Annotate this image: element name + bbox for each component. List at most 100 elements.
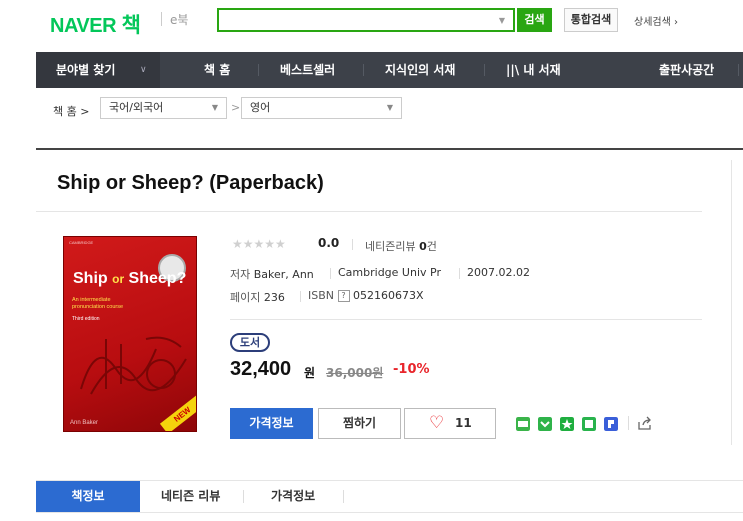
review-label: 네티즌리뷰	[365, 240, 420, 253]
nav-divider	[738, 64, 739, 76]
naver-logo-text: NAVER	[50, 15, 117, 37]
pages-label: 페이지	[230, 291, 264, 304]
cover-artwork	[80, 336, 187, 395]
nav-item-publisher-space[interactable]: 출판사공간	[659, 52, 714, 88]
bookshelf-icon: ||\	[506, 63, 524, 77]
total-search-button[interactable]: 통합검색	[564, 8, 618, 32]
nav-divider	[258, 64, 259, 76]
cover-title: Ship or Sheep?	[73, 270, 186, 288]
blog-share-icon[interactable]	[516, 417, 530, 431]
nav-item-my-library[interactable]: ||\ 내 서재	[506, 52, 561, 88]
top-header: NAVER 책 e북 ▼ 검색 통합검색 상세검색 ›	[0, 0, 743, 40]
pages-value: 236	[263, 291, 285, 304]
breadcrumb-subcategory-value: 영어	[250, 101, 271, 114]
isbn-value: 052160673X	[353, 289, 424, 302]
search-input[interactable]: ▼	[217, 8, 515, 32]
nav-item-category-finder: 분야별 찾기	[56, 63, 116, 77]
pay-share-icon[interactable]	[604, 417, 618, 431]
ebook-link[interactable]: e북	[170, 11, 188, 28]
heart-icon: ♡	[429, 413, 445, 433]
share-icon[interactable]	[637, 415, 653, 431]
cover-new-label: NEW	[160, 395, 196, 431]
talk-share-icon[interactable]	[538, 417, 552, 431]
original-price: 36,000원	[326, 366, 384, 380]
tab-price-info[interactable]: 가격정보	[271, 481, 315, 512]
nav-item-book-home[interactable]: 책 홈	[204, 52, 230, 88]
info-divider	[352, 239, 353, 250]
category-nav-bar: 분야별 찾기 ∨ 책 홈 베스트셀러 지식인의 서재 ||\ 내 서재 출판사공…	[36, 52, 743, 88]
cover-title-1: Ship	[73, 270, 113, 287]
title-divider	[36, 211, 702, 212]
wishlist-button[interactable]: 찜하기	[318, 408, 401, 439]
tab-netizen-review[interactable]: 네티즌 리뷰	[161, 481, 220, 512]
cover-title-2: Sheep?	[124, 270, 187, 287]
review-unit: 건	[426, 240, 437, 253]
star-share-icon[interactable]	[560, 417, 574, 431]
breadcrumb-category-value: 국어/외국어	[109, 101, 164, 114]
column-divider	[731, 160, 732, 445]
square-share-icon[interactable]	[582, 417, 596, 431]
cover-author: Ann Baker	[70, 420, 99, 426]
breadcrumb-category-select[interactable]: 국어/외국어 ▼	[100, 97, 227, 119]
info-divider	[459, 268, 460, 279]
isbn-row: ISBN ? 052160673X	[308, 289, 424, 302]
cover-edition: Third edition	[72, 316, 100, 322]
info-divider-line	[230, 319, 702, 320]
cover-publisher: CAMBRIDGE	[69, 240, 94, 245]
book-title: Ship or Sheep? (Paperback)	[57, 172, 324, 194]
review-count: 0	[419, 240, 427, 253]
discount-rate: -10%	[393, 362, 430, 377]
chevron-down-icon: ▼	[211, 103, 218, 112]
like-count: 11	[455, 416, 472, 430]
breadcrumb-home[interactable]: 책 홈 >	[53, 103, 89, 119]
cover-subtitle-1: An intermediate	[72, 297, 111, 303]
search-button[interactable]: 검색	[517, 8, 552, 32]
isbn-label: ISBN	[308, 289, 338, 302]
tab-book-info[interactable]: 책정보	[36, 481, 140, 512]
nav-divider	[484, 64, 485, 76]
nav-item-my-library-label: 내 서재	[523, 63, 561, 77]
price-unit: 원	[304, 366, 316, 380]
cover-title-or: or	[112, 272, 125, 286]
tabs-bottom-border	[36, 512, 743, 513]
publish-date: 2007.02.02	[467, 266, 530, 279]
publish-date-text: 2007.02.02	[467, 266, 530, 279]
book-logo-text: 책	[121, 14, 141, 37]
cover-subtitle: An intermediate pronunciation course	[72, 297, 123, 311]
netizen-review-count[interactable]: 네티즌리뷰 0건	[365, 238, 437, 254]
publisher-name[interactable]: Cambridge Univ Pr	[338, 266, 441, 279]
cover-subtitle-2: pronunciation course	[72, 304, 124, 310]
breadcrumb-subcategory-select[interactable]: 영어 ▼	[241, 97, 402, 119]
tab-divider	[343, 490, 344, 503]
rating-stars: ★★★★★	[232, 237, 286, 251]
publisher-name-text: Cambridge Univ Pr	[338, 266, 441, 279]
info-divider	[330, 268, 331, 279]
info-divider	[300, 291, 301, 302]
sale-price: 32,400	[230, 358, 292, 380]
nav-divider	[363, 64, 364, 76]
book-type-badge: 도서	[230, 333, 270, 352]
tab-divider	[243, 490, 244, 503]
chevron-down-icon: ∨	[140, 65, 147, 75]
logo-divider	[161, 12, 162, 26]
category-finder-button[interactable]: 분야별 찾기 ∨	[36, 52, 160, 88]
detail-search-link[interactable]: 상세검색 ›	[634, 13, 678, 28]
book-cover-image[interactable]: CAMBRIDGE Ship or Sheep? An intermediate…	[63, 236, 197, 432]
author-name[interactable]: Baker, Ann	[254, 268, 314, 281]
like-button[interactable]: ♡ 11	[404, 408, 496, 439]
nav-item-intellectual-library[interactable]: 지식인의 서재	[385, 52, 455, 88]
author-row: 저자 Baker, Ann	[230, 266, 314, 282]
search-dropdown-icon[interactable]: ▼	[499, 16, 505, 25]
pages-row: 페이지 236	[230, 289, 285, 305]
breadcrumb-separator: >	[231, 101, 241, 114]
nav-item-bestseller[interactable]: 베스트셀러	[280, 52, 335, 88]
rating-score: 0.0	[318, 236, 340, 250]
section-divider	[36, 148, 743, 150]
price-info-button[interactable]: 가격정보	[230, 408, 313, 439]
chevron-down-icon: ▼	[386, 103, 393, 112]
share-divider	[628, 416, 629, 430]
author-label: 저자	[230, 268, 254, 281]
naver-book-logo[interactable]: NAVER 책	[50, 9, 141, 39]
isbn-help-icon[interactable]: ?	[337, 290, 350, 302]
tabs-top-border	[36, 480, 743, 481]
